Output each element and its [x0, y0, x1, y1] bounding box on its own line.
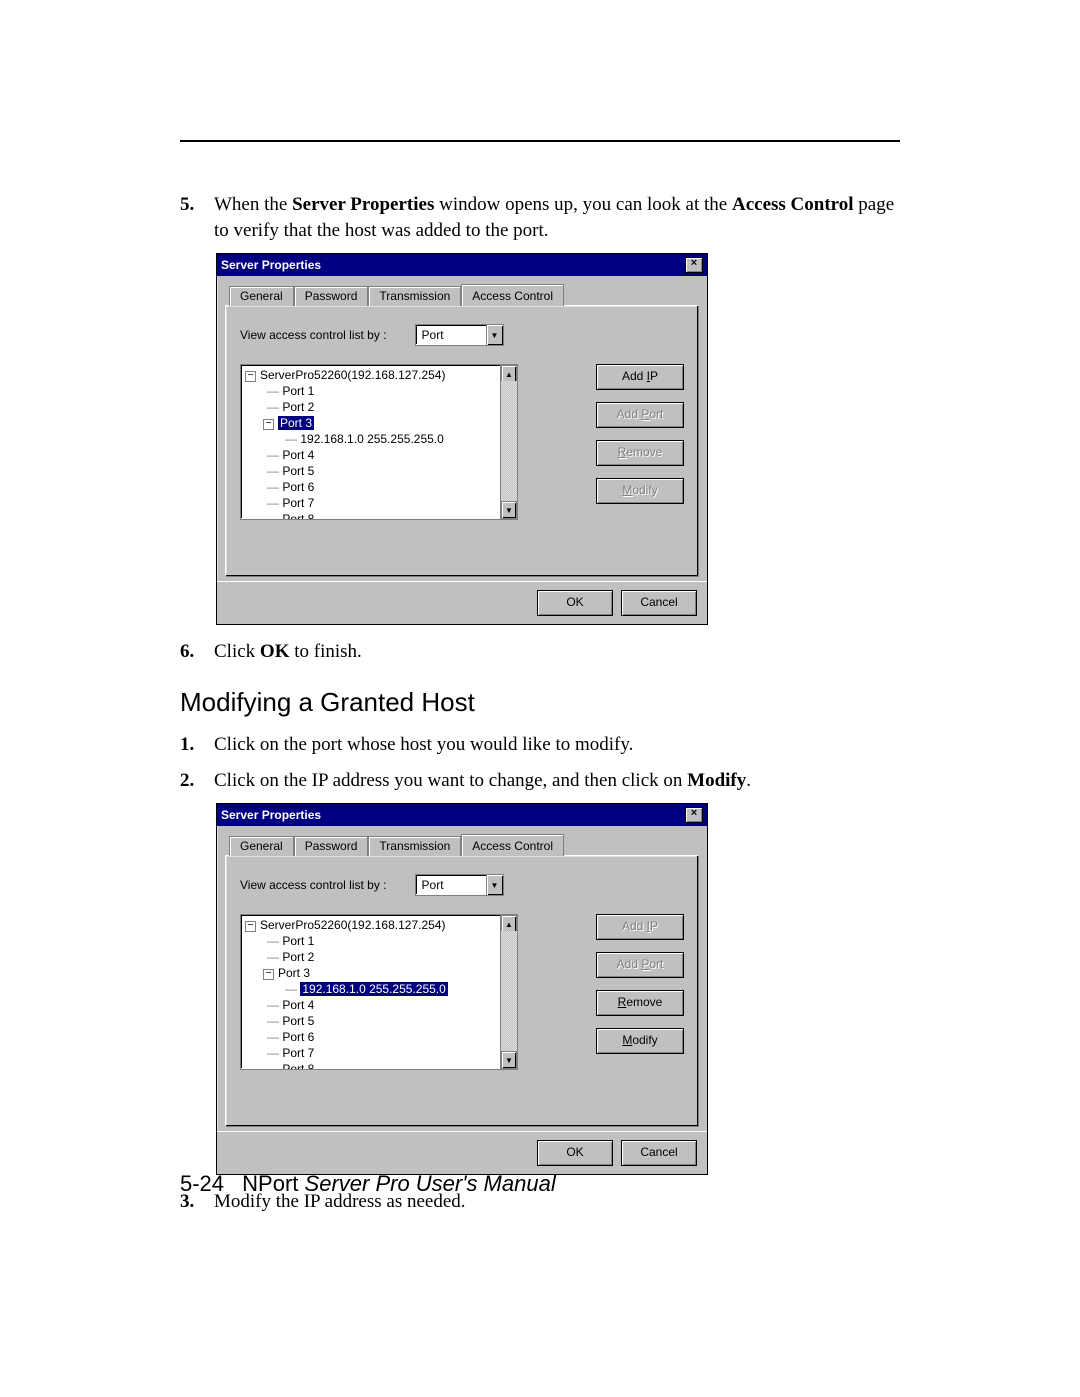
add-port-button: Add Port — [596, 952, 684, 978]
tab-password[interactable]: Password — [294, 836, 369, 856]
dialog-2: Server Properties × General Password Tra… — [216, 803, 900, 1175]
view-label: View access control list by : — [240, 878, 387, 892]
step-5-text: When the Server Properties window opens … — [214, 192, 900, 243]
dialog-1: Server Properties × General Password Tra… — [216, 253, 900, 625]
steps-lower: 1. Click on the port whose host you woul… — [180, 732, 900, 793]
view-combo[interactable]: Port ▼ — [415, 874, 504, 896]
add-ip-button[interactable]: Add IP — [596, 364, 684, 390]
step-number: 6. — [180, 639, 214, 665]
view-label: View access control list by : — [240, 328, 387, 342]
tab-panel: View access control list by : Port ▼ −Se… — [225, 305, 699, 577]
chevron-down-icon[interactable]: ▼ — [486, 325, 503, 345]
chevron-down-icon[interactable]: ▼ — [486, 875, 503, 895]
tab-strip: General Password Transmission Access Con… — [229, 834, 699, 856]
close-icon[interactable]: × — [685, 257, 703, 273]
scroll-down-icon[interactable]: ▼ — [501, 501, 517, 519]
selected-ip[interactable]: 192.168.1.0 255.255.255.0 — [300, 982, 447, 996]
remove-button[interactable]: Remove — [596, 990, 684, 1016]
top-rule — [180, 140, 900, 142]
modify-button: Modify — [596, 478, 684, 504]
page-number: 5-24 — [180, 1171, 224, 1196]
step-b1: Click on the port whose host you would l… — [214, 732, 900, 758]
add-port-button: Add Port — [596, 402, 684, 428]
tab-general[interactable]: General — [229, 836, 294, 856]
tab-panel: View access control list by : Port ▼ −Se… — [225, 855, 699, 1127]
manual-title: Server Pro User's Manual — [305, 1171, 556, 1196]
window-title: Server Properties — [221, 808, 685, 822]
scrollbar[interactable]: ▲ ▼ — [500, 365, 517, 519]
tab-password[interactable]: Password — [294, 286, 369, 306]
cancel-button[interactable]: Cancel — [621, 1140, 697, 1166]
cancel-button[interactable]: Cancel — [621, 590, 697, 616]
steps-upper: 5. When the Server Properties window ope… — [180, 192, 900, 243]
titlebar[interactable]: Server Properties × — [217, 804, 707, 826]
titlebar[interactable]: Server Properties × — [217, 254, 707, 276]
tab-access-control[interactable]: Access Control — [461, 834, 564, 856]
step-6-text: Click OK to finish. — [214, 639, 900, 665]
remove-button: Remove — [596, 440, 684, 466]
window-title: Server Properties — [221, 258, 685, 272]
modify-button[interactable]: Modify — [596, 1028, 684, 1054]
tab-transmission[interactable]: Transmission — [368, 836, 461, 856]
view-combo[interactable]: Port ▼ — [415, 324, 504, 346]
ok-button[interactable]: OK — [537, 590, 613, 616]
page-footer: 5-24 NPort Server Pro User's Manual — [180, 1171, 556, 1197]
close-icon[interactable]: × — [685, 807, 703, 823]
add-ip-button: Add IP — [596, 914, 684, 940]
tab-strip: General Password Transmission Access Con… — [229, 284, 699, 306]
acl-tree[interactable]: −ServerPro52260(192.168.127.254) — Port … — [240, 914, 518, 1070]
scroll-down-icon[interactable]: ▼ — [501, 1051, 517, 1069]
step-number: 5. — [180, 192, 214, 243]
step-b2: Click on the IP address you want to chan… — [214, 768, 900, 794]
selected-port[interactable]: Port 3 — [278, 416, 314, 430]
scrollbar[interactable]: ▲ ▼ — [500, 915, 517, 1069]
ok-button[interactable]: OK — [537, 1140, 613, 1166]
tab-general[interactable]: General — [229, 286, 294, 306]
tab-access-control[interactable]: Access Control — [461, 284, 564, 306]
steps-upper-6: 6. Click OK to finish. — [180, 639, 900, 665]
subheading: Modifying a Granted Host — [180, 687, 900, 718]
acl-tree[interactable]: −ServerPro52260(192.168.127.254) — Port … — [240, 364, 518, 520]
tab-transmission[interactable]: Transmission — [368, 286, 461, 306]
